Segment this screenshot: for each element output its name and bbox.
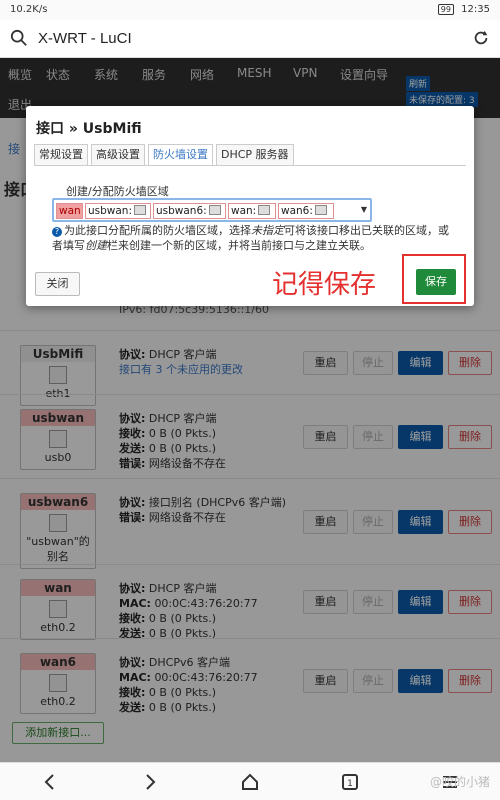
home-icon[interactable] [240, 772, 260, 792]
annotation-remember-save: 记得保存 [272, 270, 377, 300]
modal-tabs: 常规设置 高级设置 防火墙设置 DHCP 服务器 [34, 144, 294, 166]
zone-network-icon [314, 205, 327, 215]
zone-network-icon [208, 205, 221, 215]
tab-general[interactable]: 常规设置 [34, 144, 88, 166]
modal-title: 接口 » UsbMifi [36, 121, 142, 137]
status-bar: 10.2K/s 99 12:35 [0, 0, 500, 20]
reload-icon[interactable] [472, 29, 490, 47]
zone-chip-wan-2[interactable]: wan: [228, 203, 276, 219]
zone-chip-usbwan[interactable]: usbwan: [85, 203, 151, 219]
chevron-down-icon[interactable]: ▼ [361, 205, 367, 214]
tab-divider [34, 165, 466, 166]
close-button[interactable]: 关闭 [35, 272, 80, 296]
tabs-icon[interactable]: 1 [340, 772, 360, 792]
tab-dhcp-server[interactable]: DHCP 服务器 [216, 144, 294, 166]
tab-advanced[interactable]: 高级设置 [91, 144, 145, 166]
firewall-zone-select[interactable]: wan usbwan: usbwan6: wan: wan6: ▼ [52, 198, 372, 222]
zone-chip-usbwan6[interactable]: usbwan6: [153, 203, 226, 219]
page-url-title[interactable]: X-WRT - LuCI [38, 30, 132, 47]
zone-network-icon [258, 205, 271, 215]
status-right: 99 12:35 [434, 4, 490, 15]
zone-chip-wan6[interactable]: wan6: [278, 203, 334, 219]
watermark: @咬的小猪 [429, 775, 490, 789]
clock: 12:35 [461, 4, 490, 15]
svg-text:1: 1 [347, 779, 353, 789]
zone-network-icon [134, 205, 147, 215]
back-icon[interactable] [40, 772, 60, 792]
zone-help-text: ? 为此接口分配所属的防火墙区域，选择未指定可将该接口移出已关联的区域，或者填写创… [52, 224, 449, 252]
battery-icon: 99 [437, 4, 454, 15]
browser-bottom-nav: 1 @咬的小猪 [0, 762, 500, 800]
interface-edit-modal: 接口 » UsbMifi 常规设置 高级设置 防火墙设置 DHCP 服务器 创建… [26, 106, 474, 306]
save-button[interactable]: 保存 [416, 269, 456, 295]
search-icon[interactable] [10, 29, 28, 47]
tab-firewall[interactable]: 防火墙设置 [148, 144, 213, 166]
network-speed: 10.2K/s [10, 4, 48, 15]
question-icon: ? [52, 227, 62, 237]
firewall-zone-label: 创建/分配防火墙区域 [66, 185, 169, 198]
browser-bar: X-WRT - LuCI [0, 20, 500, 58]
zone-chip-wan[interactable]: wan [56, 203, 83, 219]
forward-icon[interactable] [140, 772, 160, 792]
